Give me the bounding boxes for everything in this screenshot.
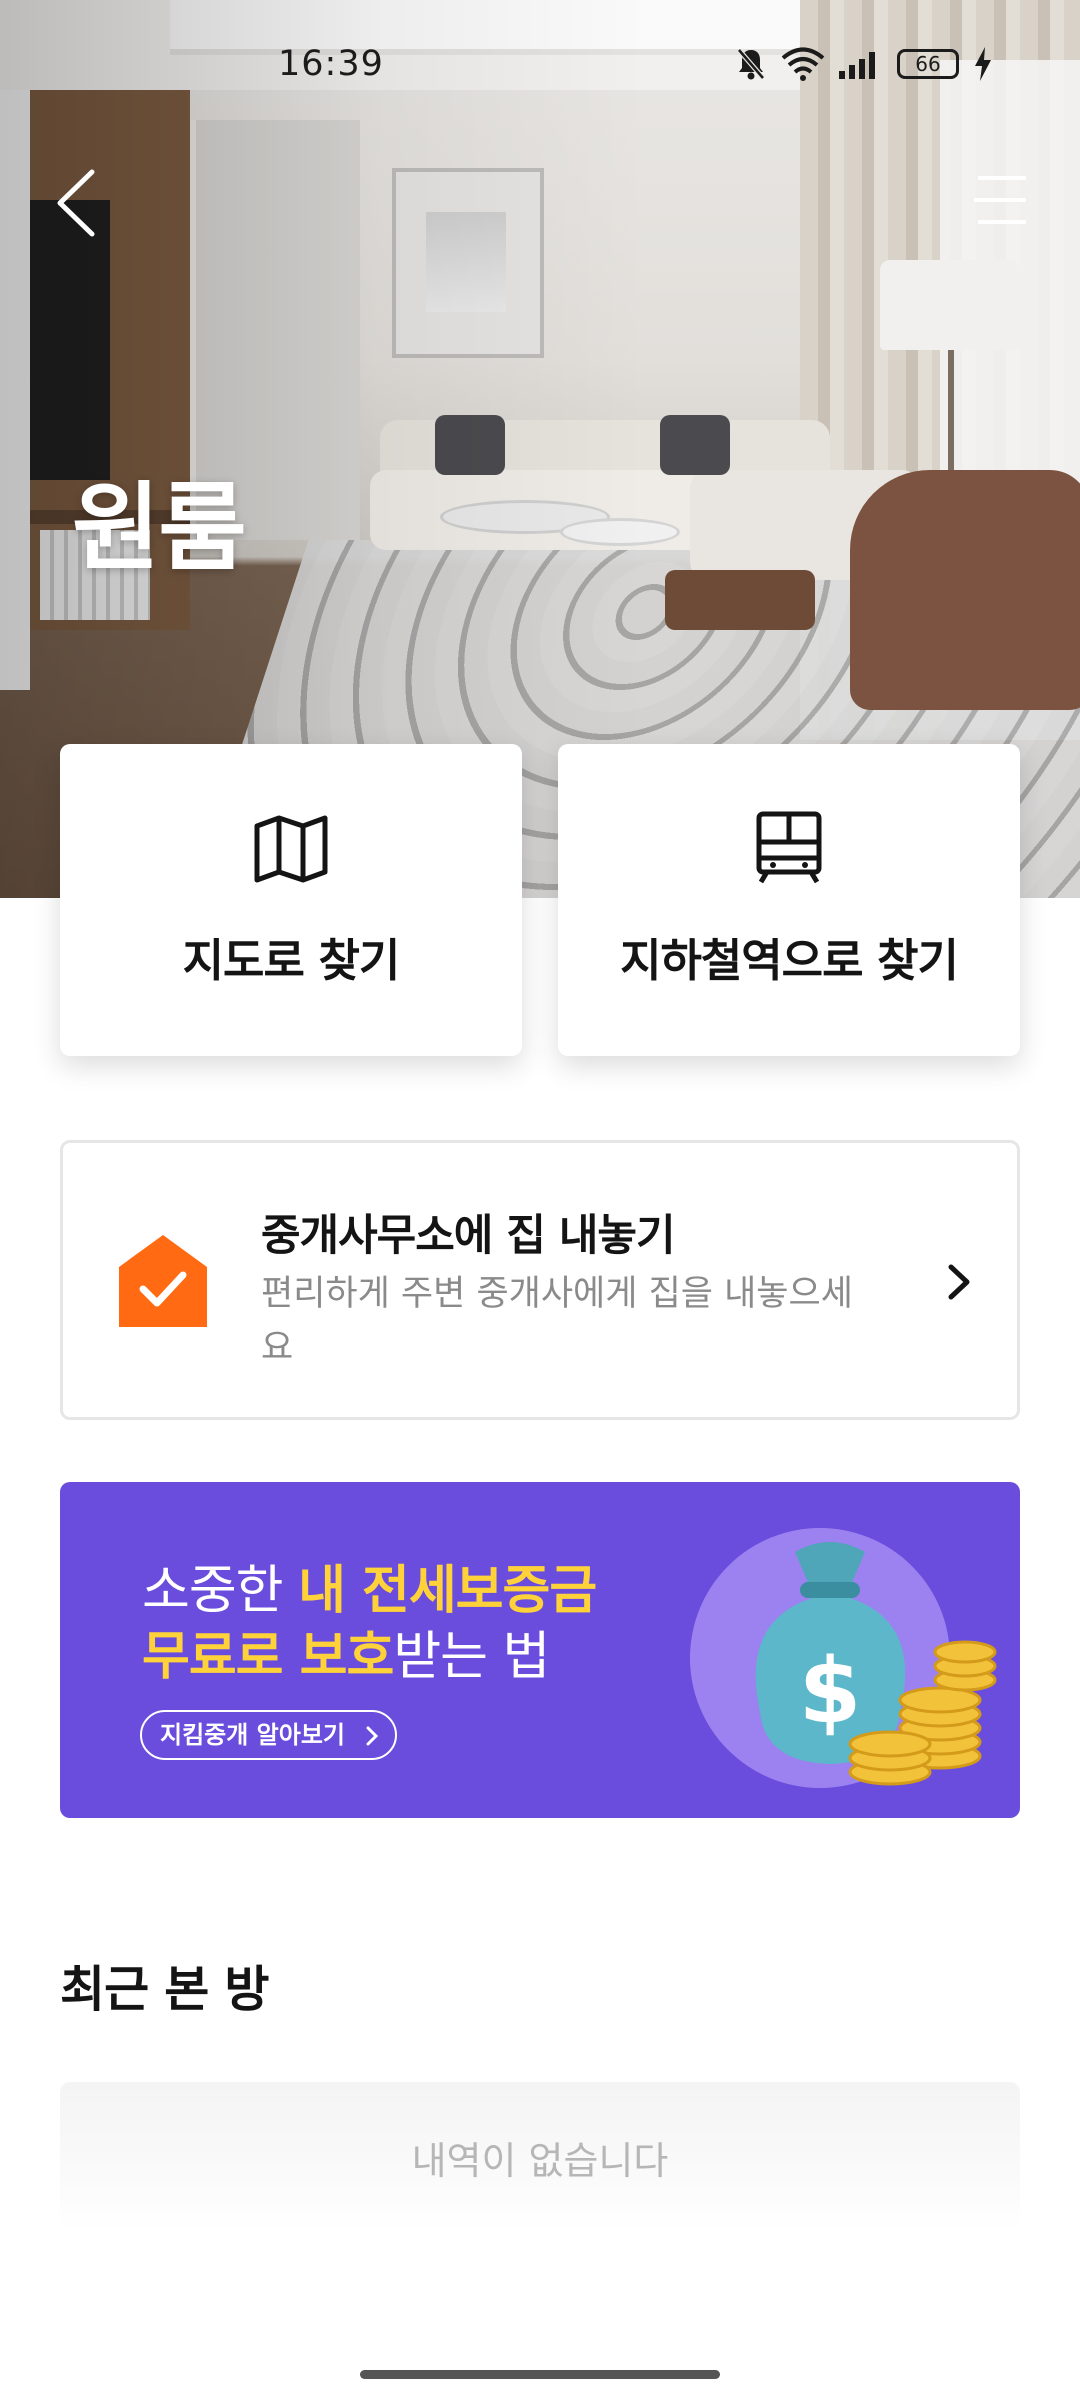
promo-learn-more-button[interactable]: 지킴중개 알아보기 (140, 1710, 397, 1760)
chevron-left-icon (57, 169, 95, 237)
wifi-icon (781, 47, 825, 81)
subway-search-card[interactable]: 지하철역으로 찾기 (558, 744, 1020, 1056)
list-house-banner[interactable]: 중개사무소에 집 내놓기 편리하게 주변 중개사에게 집을 내놓으세요 (60, 1140, 1020, 1420)
page-title: 원룸 (72, 472, 247, 584)
listing-title: 중개사무소에 집 내놓기 (261, 1211, 676, 1261)
subway-search-label: 지하철역으로 찾기 (620, 934, 959, 987)
listing-description: 편리하게 주변 중개사에게 집을 내놓으세요 (261, 1274, 853, 1368)
status-icons: 66 (735, 44, 993, 84)
svg-text:$: $ (799, 1639, 862, 1744)
recent-rooms-empty-state: 내역이 없습니다 (60, 2082, 1020, 2232)
hamburger-menu-icon (974, 176, 1026, 224)
house-check-icon (119, 1235, 207, 1327)
charging-icon (973, 47, 993, 81)
menu-button[interactable] (970, 172, 1030, 228)
promo-headline-line2: 무료로 보호받는 법 (142, 1627, 550, 1687)
chevron-right-icon (948, 1264, 970, 1300)
signal-icon (839, 49, 883, 79)
subway-train-icon (756, 811, 822, 884)
map-icon (254, 815, 328, 883)
promo-headline-line1: 소중한 내 전세보증금 (142, 1561, 597, 1621)
empty-message: 내역이 없습니다 (411, 2138, 669, 2183)
battery-icon: 66 (897, 49, 959, 79)
map-search-card[interactable]: 지도로 찾기 (60, 744, 522, 1056)
money-bag-coins-icon: $ (755, 1542, 997, 1786)
bell-muted-icon (735, 47, 767, 81)
map-search-label: 지도로 찾기 (182, 934, 401, 987)
back-button[interactable] (52, 168, 108, 238)
status-time: 16:39 (278, 44, 384, 84)
home-indicator[interactable] (360, 2370, 720, 2379)
recent-rooms-heading: 최근 본 방 (60, 1961, 269, 2018)
promo-banner[interactable]: 소중한 내 전세보증금 무료로 보호받는 법 지킴중개 알아보기 $ (60, 1482, 1020, 1818)
chevron-right-icon (366, 1726, 379, 1746)
